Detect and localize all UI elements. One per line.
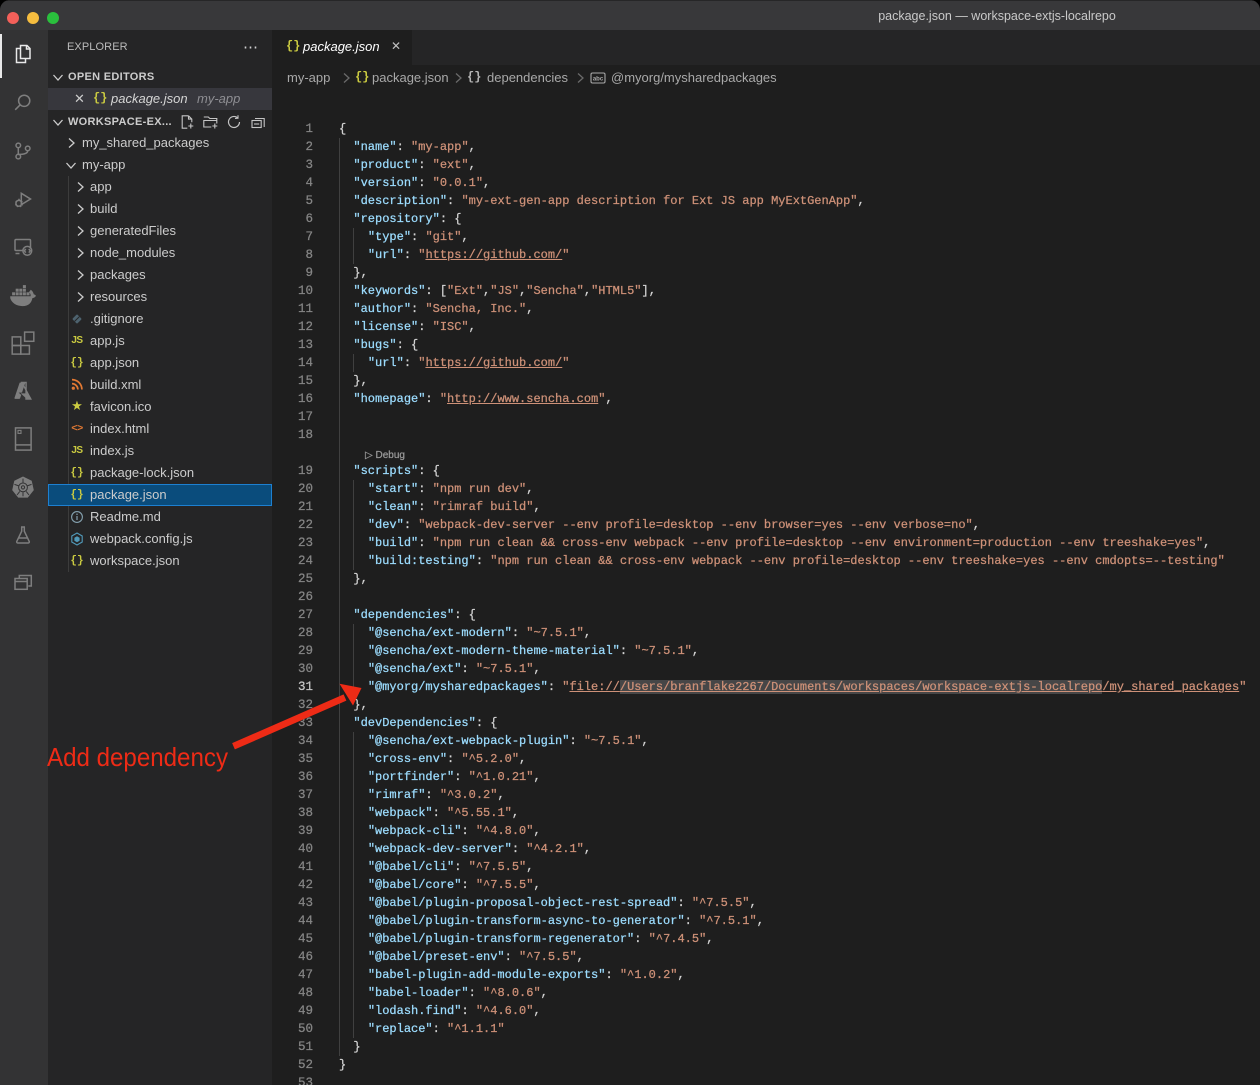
svg-text:abc: abc [593,77,604,83]
svg-text:Add dependency: Add dependency [47,742,228,772]
